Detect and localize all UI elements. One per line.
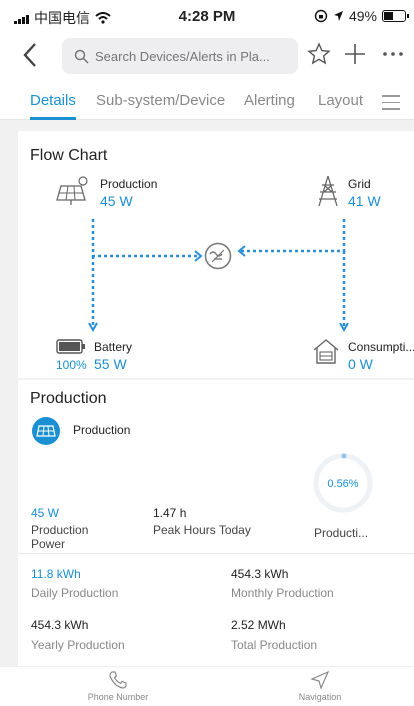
grid-tower-icon xyxy=(318,175,338,207)
consumption-node-value: 0 W xyxy=(348,356,373,372)
more-button[interactable] xyxy=(380,42,406,73)
production-badge-label: Production xyxy=(73,423,131,437)
monthly-production-value: 454.3 kWh xyxy=(231,567,289,581)
bottom-action-bar: Phone Number Navigation xyxy=(0,666,414,706)
status-bar: 中国电信 4:28 PM 49% xyxy=(0,0,414,32)
peak-hours-value: 1.47 h xyxy=(153,506,187,520)
favorite-button[interactable] xyxy=(307,42,331,73)
chevron-left-icon xyxy=(23,43,36,67)
production-card: Production Production 0.56% 45 W Product… xyxy=(18,380,414,666)
battery-percent: 49% xyxy=(348,8,377,24)
search-input[interactable] xyxy=(95,48,285,64)
tab-details[interactable]: Details xyxy=(30,92,76,109)
more-icon xyxy=(383,52,403,56)
solar-panel-icon xyxy=(56,176,88,205)
navigation-button[interactable]: Navigation xyxy=(280,670,360,702)
navigation-label: Navigation xyxy=(298,692,342,702)
production-gauge-label: Producti... xyxy=(314,526,369,540)
total-production-label: Total Production xyxy=(231,638,318,652)
phone-number-button[interactable]: Phone Number xyxy=(78,670,158,702)
tab-menu-button[interactable] xyxy=(382,90,400,115)
back-button[interactable] xyxy=(22,42,38,74)
consumption-node-label: Consumpti... xyxy=(348,340,414,354)
header-bar xyxy=(0,32,414,84)
battery-status-icon xyxy=(382,10,409,22)
active-tab-indicator xyxy=(30,117,76,120)
search-box[interactable] xyxy=(62,38,298,74)
star-icon xyxy=(307,42,331,65)
flow-chart-card: Flow Chart Production 45 W Grid 41 W Bat… xyxy=(18,131,414,378)
home-icon xyxy=(313,339,339,364)
tab-alerting[interactable]: Alerting xyxy=(244,92,295,109)
grid-node-label: Grid xyxy=(348,177,371,191)
rotation-lock-icon xyxy=(314,9,328,23)
add-button[interactable] xyxy=(343,42,367,73)
yearly-production-value: 454.3 kWh xyxy=(31,618,89,632)
search-icon xyxy=(74,49,89,64)
plus-icon xyxy=(345,44,365,64)
navigation-icon xyxy=(310,670,330,690)
production-node-value: 45 W xyxy=(100,193,133,209)
production-gauge-value: 0.56% xyxy=(327,478,359,490)
tab-sub-system-device[interactable]: Sub-system/Device xyxy=(96,92,225,109)
production-node-label: Production xyxy=(100,177,158,191)
battery-node-value: 55 W xyxy=(94,356,127,372)
yearly-production-label: Yearly Production xyxy=(31,638,125,652)
battery-node-percent: 100% xyxy=(56,358,87,372)
total-production-value: 2.52 MWh xyxy=(231,618,286,632)
divider xyxy=(18,553,414,554)
production-card-title: Production xyxy=(30,390,107,407)
tab-bar: Details Sub-system/Device Alerting Layou… xyxy=(0,84,414,120)
inverter-icon xyxy=(204,242,232,270)
phone-icon xyxy=(109,671,127,689)
grid-node-value: 41 W xyxy=(348,193,381,209)
peak-hours-label: Peak Hours Today xyxy=(153,523,251,537)
monthly-production-label: Monthly Production xyxy=(231,586,334,600)
tab-layout[interactable]: Layout xyxy=(318,92,363,109)
battery-node-label: Battery xyxy=(94,340,133,354)
production-power-value: 45 W xyxy=(31,506,60,520)
phone-number-label: Phone Number xyxy=(87,692,149,702)
production-power-label: Production Power xyxy=(31,523,89,551)
daily-production-value: 11.8 kWh xyxy=(31,567,81,581)
production-badge xyxy=(32,417,60,445)
solar-panel-badge-icon xyxy=(36,425,56,437)
battery-icon xyxy=(56,339,85,354)
daily-production-label: Daily Production xyxy=(31,586,119,600)
location-icon xyxy=(333,11,343,21)
status-right: 49% xyxy=(314,8,409,24)
